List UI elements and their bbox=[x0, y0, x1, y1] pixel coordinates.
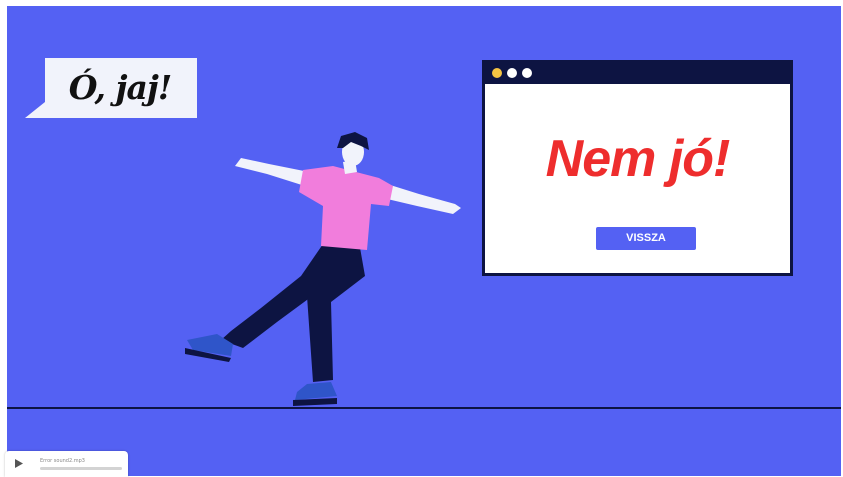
browser-titlebar bbox=[485, 63, 790, 84]
audio-player: Error sound2.mp3 bbox=[5, 451, 128, 477]
window-dot-yellow-icon bbox=[492, 68, 502, 78]
speech-bubble-text: Ó, jaj! bbox=[68, 68, 173, 107]
speech-bubble: Ó, jaj! bbox=[25, 58, 197, 118]
ground-line bbox=[7, 407, 841, 409]
audio-file-name: Error sound2.mp3 bbox=[40, 458, 85, 464]
window-dot-white-icon bbox=[522, 68, 532, 78]
person-left-arm bbox=[235, 158, 309, 186]
person-shirt bbox=[299, 166, 393, 250]
error-title: Nem jó! bbox=[545, 130, 731, 188]
person-figure-svg bbox=[185, 132, 461, 406]
error-stage: Ó, jaj! Nem jó! VISSZA bbox=[7, 6, 841, 476]
window-dot-white-icon bbox=[507, 68, 517, 78]
falling-person-illustration bbox=[173, 126, 473, 416]
play-icon bbox=[15, 459, 23, 468]
back-button[interactable]: VISSZA bbox=[596, 227, 696, 250]
error-browser-window: Nem jó! VISSZA bbox=[482, 60, 793, 276]
person-front-shoe bbox=[295, 382, 337, 400]
person-right-arm bbox=[383, 184, 461, 214]
audio-progress-track[interactable] bbox=[40, 467, 122, 470]
play-button[interactable] bbox=[5, 451, 33, 477]
